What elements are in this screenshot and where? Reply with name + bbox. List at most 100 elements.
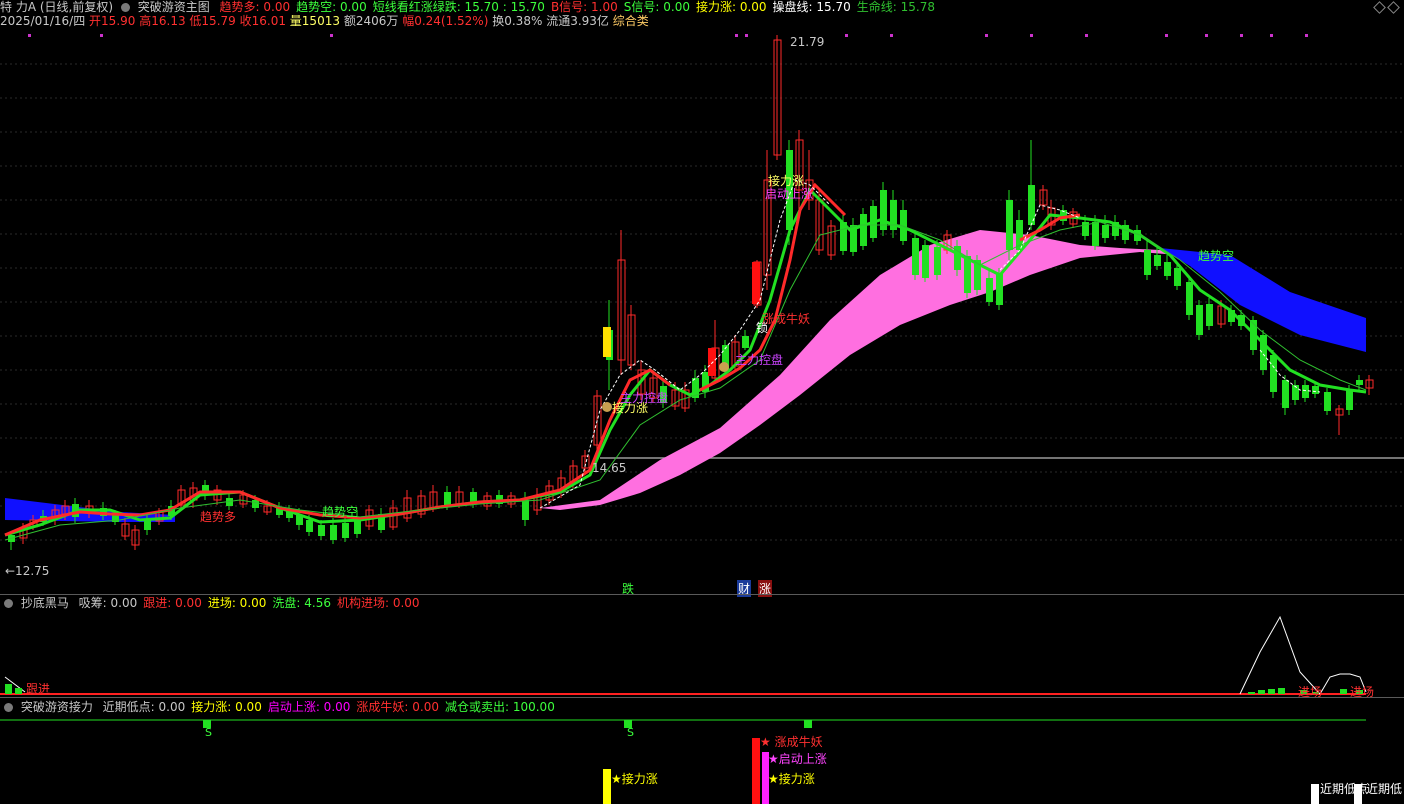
jinqi-bar-1: [1311, 784, 1319, 804]
candle-body-down: [1346, 390, 1353, 410]
candle-body-down: [330, 525, 337, 540]
indicator-values: 趋势多: 0.00 趋势空: 0.00 短线看红涨绿跌: 15.70 : 15.70…: [220, 0, 941, 14]
candle-body-down: [342, 523, 349, 538]
top-dot-marker: [985, 34, 988, 37]
panel1-value-1: 跟进: 0.00: [143, 596, 202, 610]
zhangniu-label: ★ 涨成牛妖: [760, 735, 823, 749]
min-price-label: ←12.75: [5, 564, 50, 578]
panel1-value-0: 吸筹: 0.00: [78, 596, 138, 610]
panel1-bar: [1258, 690, 1265, 694]
panel-divider-1: [0, 594, 1404, 595]
zhangniu-candle: [752, 262, 760, 304]
candle-body-down: [986, 278, 993, 302]
candle-body-down: [144, 520, 151, 530]
candle-body-down: [1206, 304, 1213, 326]
candle-body-down: [1144, 250, 1151, 275]
trend-short-label-left: 趋势空: [322, 505, 359, 519]
panel1-header: 抄底黑马 吸筹: 0.00 跟进: 0.00 进场: 0.00 洗盘: 4.56 机构进…: [0, 596, 426, 610]
jieli-label-2: ★接力涨: [768, 772, 815, 786]
candle-body-down: [444, 492, 451, 506]
panel1-values: 吸筹: 0.00 跟进: 0.00 进场: 0.00 洗盘: 4.56 机构进场: 0.…: [79, 596, 426, 610]
header-value-5: 接力涨: 0.00: [695, 0, 767, 14]
candle-body-down: [1356, 380, 1363, 385]
quote-low: 低15.79: [189, 14, 236, 28]
candle-body-down: [318, 525, 325, 536]
candle-body-down: [1196, 305, 1203, 335]
genjin-label: 跟进: [26, 682, 51, 696]
max-price-label: 21.79: [790, 35, 825, 49]
candle-body-down: [996, 274, 1003, 305]
top-dot-marker: [330, 34, 333, 37]
money-bag-icon: [602, 402, 612, 412]
candle-body-down: [1102, 225, 1109, 238]
quote-volume: 量15013: [289, 14, 340, 28]
quote-high: 高16.13: [139, 14, 186, 28]
candle-body-down: [522, 500, 529, 520]
panel1-title[interactable]: 抄底黑马: [21, 596, 69, 610]
zhang-niuyao-label: 涨成牛妖: [762, 312, 811, 326]
candle-body-down: [1006, 200, 1013, 250]
candle-body-down: [742, 336, 749, 348]
quote-open: 开15.90: [89, 14, 136, 28]
s-signal-label-1: S: [205, 726, 212, 739]
panel1-bar: [1268, 689, 1275, 694]
top-dot-marker: [1240, 34, 1243, 37]
candle-body-down: [1324, 392, 1331, 411]
candle-body-down: [1270, 355, 1277, 392]
indicator-toggle-icon[interactable]: [120, 3, 130, 12]
panel1-toggle-icon[interactable]: [4, 599, 13, 608]
top-dot-marker: [735, 34, 738, 37]
jieli-bar-1: [603, 769, 611, 804]
top-dot-marker: [28, 34, 31, 37]
quote-info-bar: 2025/01/16/四 开15.90 高16.13 低15.79 收16.01…: [0, 14, 649, 28]
quote-close: 收16.01: [239, 14, 286, 28]
panel2-toggle-icon[interactable]: [4, 703, 13, 712]
candle-body-down: [252, 500, 259, 508]
quote-date: 2025/01/16/四: [0, 14, 86, 28]
candle-body-down: [934, 247, 941, 275]
panel1-bar: [1248, 692, 1255, 694]
panel2-value-3: 涨成牛妖: 0.00: [356, 700, 439, 714]
top-dot-marker: [1030, 34, 1033, 37]
jieli-zhang-label-2: 接力涨: [768, 174, 805, 188]
trend-line-green: [4, 187, 1367, 537]
expand-icon[interactable]: [1373, 1, 1386, 14]
panel2-title[interactable]: 突破游资接力: [21, 700, 93, 714]
candle-body-down: [1154, 255, 1161, 266]
menu-icon[interactable]: [1387, 1, 1400, 14]
header-value-3: B信号: 1.00: [550, 0, 618, 14]
candle-body-down: [1164, 262, 1171, 276]
qidong-label: ★启动上涨: [768, 752, 827, 766]
s-signal-label-2: S: [627, 726, 634, 739]
jieli-candle: [603, 327, 611, 357]
panel1-bar: [1278, 688, 1285, 694]
top-dot-marker: [1305, 34, 1308, 37]
stock-name[interactable]: 特 力A: [0, 0, 36, 14]
panel-divider-2: [0, 697, 1404, 698]
candle-body-down: [912, 238, 919, 275]
money-bag-icon: [719, 362, 729, 372]
top-dot-marker: [1270, 34, 1273, 37]
reference-price-label: 14.65: [592, 461, 627, 475]
jieli-label-1: ★接力涨: [611, 772, 658, 786]
panel2-value-4: 减仓或卖出: 100.00: [444, 700, 555, 714]
top-dot-marker: [100, 34, 103, 37]
zhangniu-bar: [752, 738, 760, 804]
period-label[interactable]: (日线,前复权): [40, 0, 113, 14]
header-value-6: 操盘线: 15.70: [772, 0, 851, 14]
panel1-bar: [15, 688, 22, 694]
candle-body-down: [1174, 268, 1181, 286]
panel1-chart[interactable]: [0, 612, 1404, 696]
candle-body-down: [860, 214, 867, 246]
panel1-bar: [5, 684, 12, 694]
panel1-value-3: 洗盘: 4.56: [272, 596, 331, 610]
top-dot-marker: [1205, 34, 1208, 37]
candle-body-down: [1302, 385, 1309, 398]
candle-body-down: [922, 245, 929, 278]
indicator-name[interactable]: 突破游资主图: [138, 0, 210, 14]
jinqi-label-2: 近期低: [1366, 782, 1403, 796]
zhuli-kongpan-label: 主力控盘: [620, 391, 669, 405]
top-dot-marker: [890, 34, 893, 37]
panel2-header: 突破游资接力 近期低点: 0.00 接力涨: 0.00 启动上涨: 0.00 涨成牛妖…: [0, 700, 561, 714]
candle-body-down: [306, 520, 313, 532]
